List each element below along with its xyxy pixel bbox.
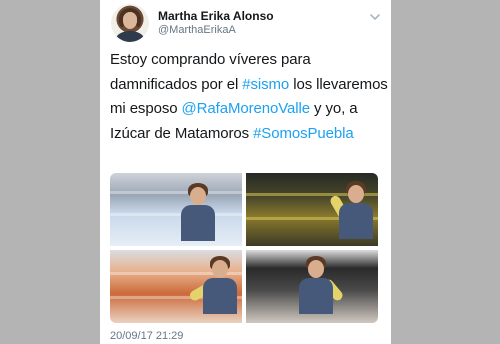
person-vest [181, 205, 215, 241]
shelf-line [110, 213, 242, 216]
avatar-shoulders [116, 31, 144, 42]
tweet-card: Martha Erika Alonso @MarthaErikaA Estoy … [100, 0, 391, 344]
photo-4[interactable] [246, 250, 378, 323]
photo-2[interactable] [246, 173, 378, 246]
person-vest [339, 203, 373, 239]
author-name[interactable]: Martha Erika Alonso [158, 9, 274, 23]
mention-link[interactable]: @RafaMorenoValle [182, 100, 311, 117]
hashtag-link-somospuebla[interactable]: #SomosPuebla [253, 125, 354, 142]
photo-3[interactable] [110, 250, 242, 323]
shelf-line [110, 191, 242, 194]
person-head [190, 187, 206, 205]
person-vest [203, 278, 237, 314]
author-handle[interactable]: @MarthaErikaA [158, 24, 236, 36]
avatar-face [123, 12, 137, 29]
chevron-down-icon[interactable] [368, 10, 382, 24]
person-head [308, 260, 324, 278]
hashtag-link-sismo[interactable]: #sismo [242, 76, 289, 93]
media-grid [110, 173, 378, 323]
person-head [212, 260, 228, 278]
person-vest [299, 278, 333, 314]
tweet-timestamp[interactable]: 20/09/17 21:29 [110, 330, 183, 342]
person-head [348, 185, 364, 203]
tweet-text: Estoy comprando víveres para damnificado… [110, 48, 388, 146]
avatar[interactable] [111, 4, 149, 42]
photo-1[interactable] [110, 173, 242, 246]
